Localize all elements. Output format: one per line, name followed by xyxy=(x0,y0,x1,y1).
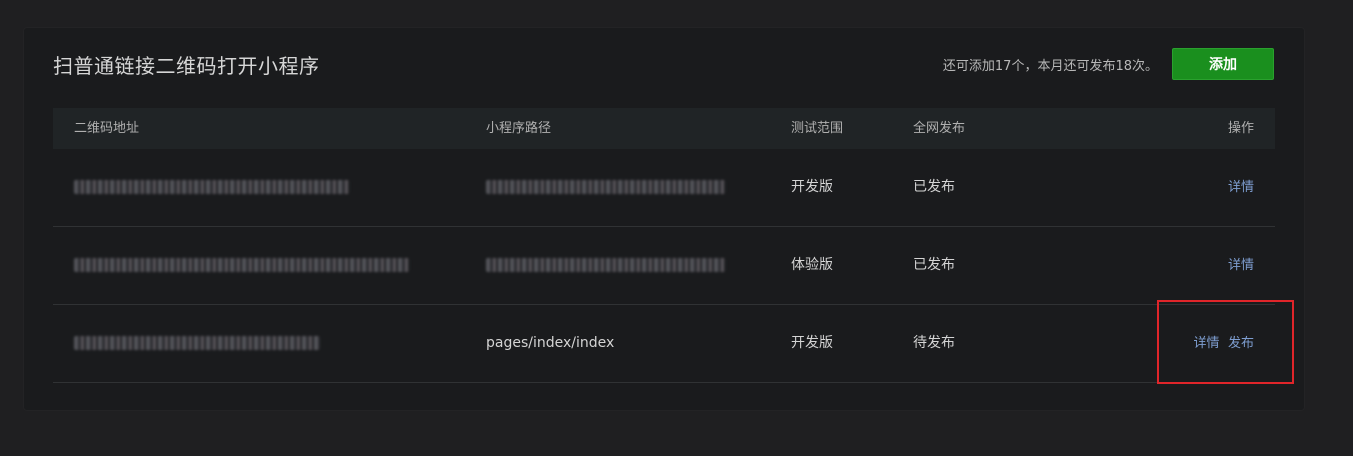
qrcode-rules-table: 二维码地址 小程序路径 测试范围 全网发布 操作 开发版 已发布 详情 体验版 … xyxy=(53,108,1275,383)
detail-link[interactable]: 详情 xyxy=(1194,336,1220,351)
table-row: 开发版 已发布 详情 xyxy=(53,149,1275,227)
qr-address-redacted xyxy=(74,258,410,272)
publish-status: 待发布 xyxy=(913,335,955,351)
test-scope: 开发版 xyxy=(791,335,833,351)
miniprogram-path: pages/index/index xyxy=(486,335,615,351)
table-row: pages/index/index 开发版 待发布 详情 发布 xyxy=(53,305,1275,383)
qr-address-redacted xyxy=(74,180,350,194)
row-actions: 详情 发布 xyxy=(1194,305,1254,382)
header-publish-status: 全网发布 xyxy=(913,121,966,136)
miniprogram-path-redacted xyxy=(486,180,726,194)
detail-link[interactable]: 详情 xyxy=(1228,180,1254,195)
detail-link[interactable]: 详情 xyxy=(1228,258,1254,273)
page-title: 扫普通链接二维码打开小程序 xyxy=(53,54,320,78)
row-actions: 详情 xyxy=(1228,149,1254,226)
add-button[interactable]: 添加 xyxy=(1172,48,1274,80)
table-header-row: 二维码地址 小程序路径 测试范围 全网发布 操作 xyxy=(53,108,1275,149)
header-test-scope: 测试范围 xyxy=(791,121,844,136)
header-miniprogram-path: 小程序路径 xyxy=(486,121,552,136)
test-scope: 开发版 xyxy=(791,179,833,195)
publish-status: 已发布 xyxy=(913,257,955,273)
qr-address-redacted xyxy=(74,336,320,350)
table-row: 体验版 已发布 详情 xyxy=(53,227,1275,305)
row-actions: 详情 xyxy=(1228,227,1254,304)
test-scope: 体验版 xyxy=(791,257,833,273)
publish-status: 已发布 xyxy=(913,179,955,195)
qrcode-rules-panel: 扫普通链接二维码打开小程序 还可添加17个，本月还可发布18次。 添加 二维码地… xyxy=(24,28,1304,410)
header-qr-address: 二维码地址 xyxy=(74,121,140,136)
miniprogram-path-redacted xyxy=(486,258,726,272)
publish-link[interactable]: 发布 xyxy=(1228,336,1254,351)
header-actions: 操作 xyxy=(1227,121,1254,136)
quota-info: 还可添加17个，本月还可发布18次。 xyxy=(942,59,1158,74)
